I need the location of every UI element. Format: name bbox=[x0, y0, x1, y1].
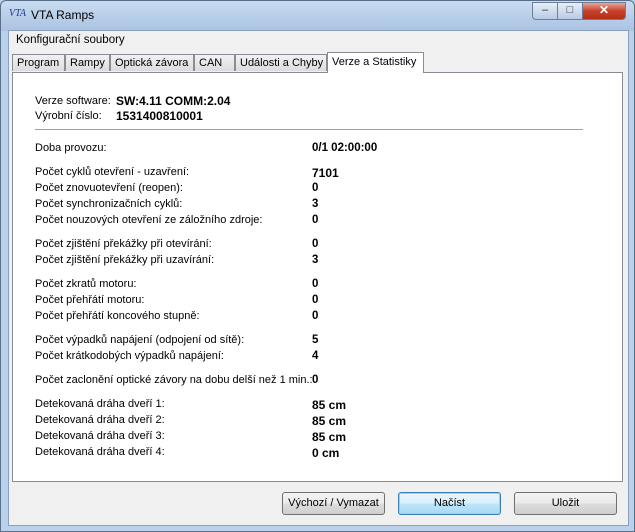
stat-value: 85 cm bbox=[312, 398, 347, 412]
tab-verze-statistiky[interactable]: Verze a Statistiky bbox=[327, 52, 424, 73]
tab-udalosti-chyby[interactable]: Události a Chyby bbox=[235, 54, 327, 71]
stat-value: 0 bbox=[312, 214, 319, 226]
serial-number-label: Výrobní číslo: bbox=[35, 110, 102, 122]
tab-can[interactable]: CAN bbox=[194, 54, 235, 71]
title-bar[interactable]: VTA VTA Ramps – □ ✕ bbox=[1, 1, 634, 29]
stat-value: 0 bbox=[312, 374, 319, 386]
menu-bar: Konfigurační soubory bbox=[9, 31, 628, 51]
stat-value: 0 bbox=[312, 238, 319, 250]
stat-value: 0 bbox=[312, 278, 319, 290]
stat-value: 3 bbox=[312, 198, 319, 210]
stat-label: Počet zjištění překážky při uzavírání: bbox=[35, 254, 215, 266]
stat-label: Počet krátkodobých výpadků napájení: bbox=[35, 350, 224, 362]
stat-label: Detekovaná dráha dveří 2: bbox=[35, 414, 165, 426]
serial-number-value: 1531400810001 bbox=[116, 109, 203, 123]
divider bbox=[35, 129, 583, 131]
stat-value: 85 cm bbox=[312, 430, 347, 444]
reset-defaults-button[interactable]: Výchozí / Vymazat bbox=[282, 492, 385, 515]
tab-program[interactable]: Program bbox=[12, 54, 65, 71]
client-area: Konfigurační soubory Program Rampy Optic… bbox=[8, 30, 629, 526]
stat-label: Počet výpadků napájení (odpojení od sítě… bbox=[35, 334, 245, 346]
stat-value: 7101 bbox=[312, 166, 339, 180]
stat-label: Detekovaná dráha dveří 4: bbox=[35, 446, 165, 458]
stat-value: 0 bbox=[312, 310, 319, 322]
software-version-label: Verze software: bbox=[35, 95, 111, 107]
tab-strip: Program Rampy Optická závora CAN Událost… bbox=[12, 52, 624, 73]
close-button[interactable]: ✕ bbox=[582, 2, 626, 20]
stat-value: 4 bbox=[312, 350, 319, 362]
tab-rampy[interactable]: Rampy bbox=[65, 54, 110, 71]
stat-label: Počet cyklů otevření - uzavření: bbox=[35, 166, 190, 178]
maximize-button[interactable]: □ bbox=[557, 2, 583, 20]
software-version-value: SW:4.11 COMM:2.04 bbox=[116, 94, 231, 108]
window-title: VTA Ramps bbox=[31, 8, 95, 22]
stat-label: Počet přehřátí koncového stupně: bbox=[35, 310, 200, 322]
stat-label: Počet nouzových otevření ze záložního zd… bbox=[35, 214, 263, 226]
load-button[interactable]: Načíst bbox=[398, 492, 501, 515]
menu-item-config-files[interactable]: Konfigurační soubory bbox=[16, 34, 125, 46]
stat-value: 5 bbox=[312, 334, 319, 346]
stat-value: 0 bbox=[312, 182, 319, 194]
stat-value: 3 bbox=[312, 254, 319, 266]
stat-label: Počet synchronizačních cyklů: bbox=[35, 198, 183, 210]
statistics-panel: Verze software: SW:4.11 COMM:2.04 Výrobn… bbox=[12, 72, 623, 482]
stat-label: Detekovaná dráha dveří 1: bbox=[35, 398, 165, 410]
stat-label: Počet zkratů motoru: bbox=[35, 278, 137, 290]
tab-opticka-zavora[interactable]: Optická závora bbox=[110, 54, 194, 71]
stat-label: Počet přehřátí motoru: bbox=[35, 294, 145, 306]
minimize-button[interactable]: – bbox=[532, 2, 558, 20]
stat-label: Doba provozu: bbox=[35, 142, 107, 154]
app-logo-icon: VTA bbox=[9, 8, 27, 19]
stat-value: 0/1 02:00:00 bbox=[312, 142, 378, 154]
stat-value: 85 cm bbox=[312, 414, 347, 428]
stat-label: Počet zaclonění optické závory na dobu d… bbox=[35, 374, 313, 386]
stat-label: Počet znovuotevření (reopen): bbox=[35, 182, 183, 194]
stat-value: 0 cm bbox=[312, 446, 340, 460]
stat-value: 0 bbox=[312, 294, 319, 306]
app-window: VTA VTA Ramps – □ ✕ Konfigurační soubory… bbox=[0, 0, 635, 532]
stat-label: Počet zjištění překážky při otevírání: bbox=[35, 238, 212, 250]
save-button[interactable]: Uložit bbox=[514, 492, 617, 515]
stat-label: Detekovaná dráha dveří 3: bbox=[35, 430, 165, 442]
